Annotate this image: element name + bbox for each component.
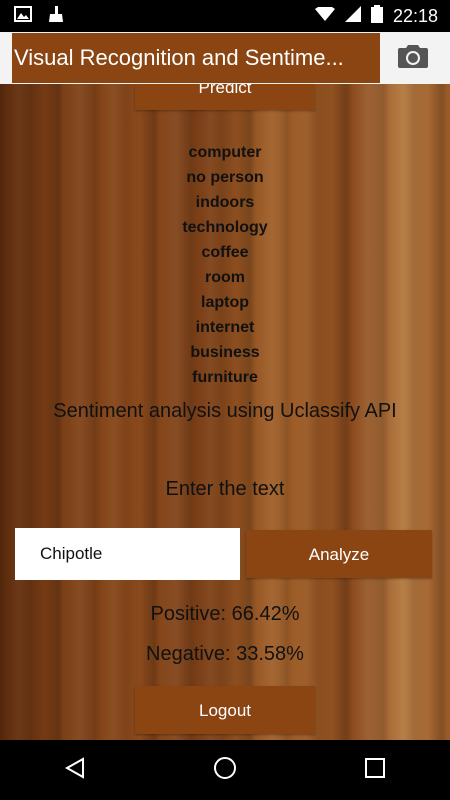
camera-button[interactable] — [390, 40, 436, 76]
sentiment-text-input[interactable] — [15, 528, 240, 580]
recents-button[interactable] — [345, 740, 405, 800]
app-title: Visual Recognition and Sentime... — [12, 33, 380, 83]
navigation-bar — [0, 740, 450, 800]
logout-button[interactable]: Logout — [135, 686, 315, 734]
tag-list: computer no person indoors technology co… — [0, 140, 450, 390]
enter-text-heading: Enter the text — [165, 478, 285, 500]
tag-item: business — [190, 344, 260, 361]
status-bar: 22:18 — [0, 0, 450, 32]
battery-icon — [370, 4, 383, 28]
tag-item: computer — [188, 144, 262, 161]
tag-item: no person — [186, 169, 264, 186]
status-time: 22:18 — [392, 5, 438, 26]
image-notification-icon — [14, 5, 32, 27]
tag-item: technology — [182, 219, 268, 236]
predict-button[interactable]: Predict — [135, 84, 315, 110]
analyze-button[interactable]: Analyze — [246, 530, 432, 578]
home-icon — [213, 756, 237, 785]
negative-result: Negative: 33.58% — [146, 643, 304, 665]
wifi-icon — [314, 6, 335, 27]
camera-icon — [397, 43, 429, 74]
tag-item: room — [205, 269, 245, 286]
tag-item: laptop — [201, 294, 249, 311]
tag-item: furniture — [192, 369, 258, 386]
positive-result: Positive: 66.42% — [150, 603, 300, 625]
predict-label: Predict — [198, 84, 252, 97]
back-icon — [63, 756, 87, 785]
tag-item: internet — [195, 319, 255, 336]
home-button[interactable] — [195, 740, 255, 800]
back-button[interactable] — [45, 740, 105, 800]
sentiment-heading: Sentiment analysis using Uclassify API — [53, 400, 397, 422]
cell-signal-icon — [344, 5, 361, 27]
tag-item: coffee — [201, 244, 249, 261]
cleaner-notification-icon — [46, 5, 64, 28]
tag-item: indoors — [195, 194, 255, 211]
recents-icon — [363, 756, 387, 785]
app-bar: Visual Recognition and Sentime... — [0, 32, 450, 84]
